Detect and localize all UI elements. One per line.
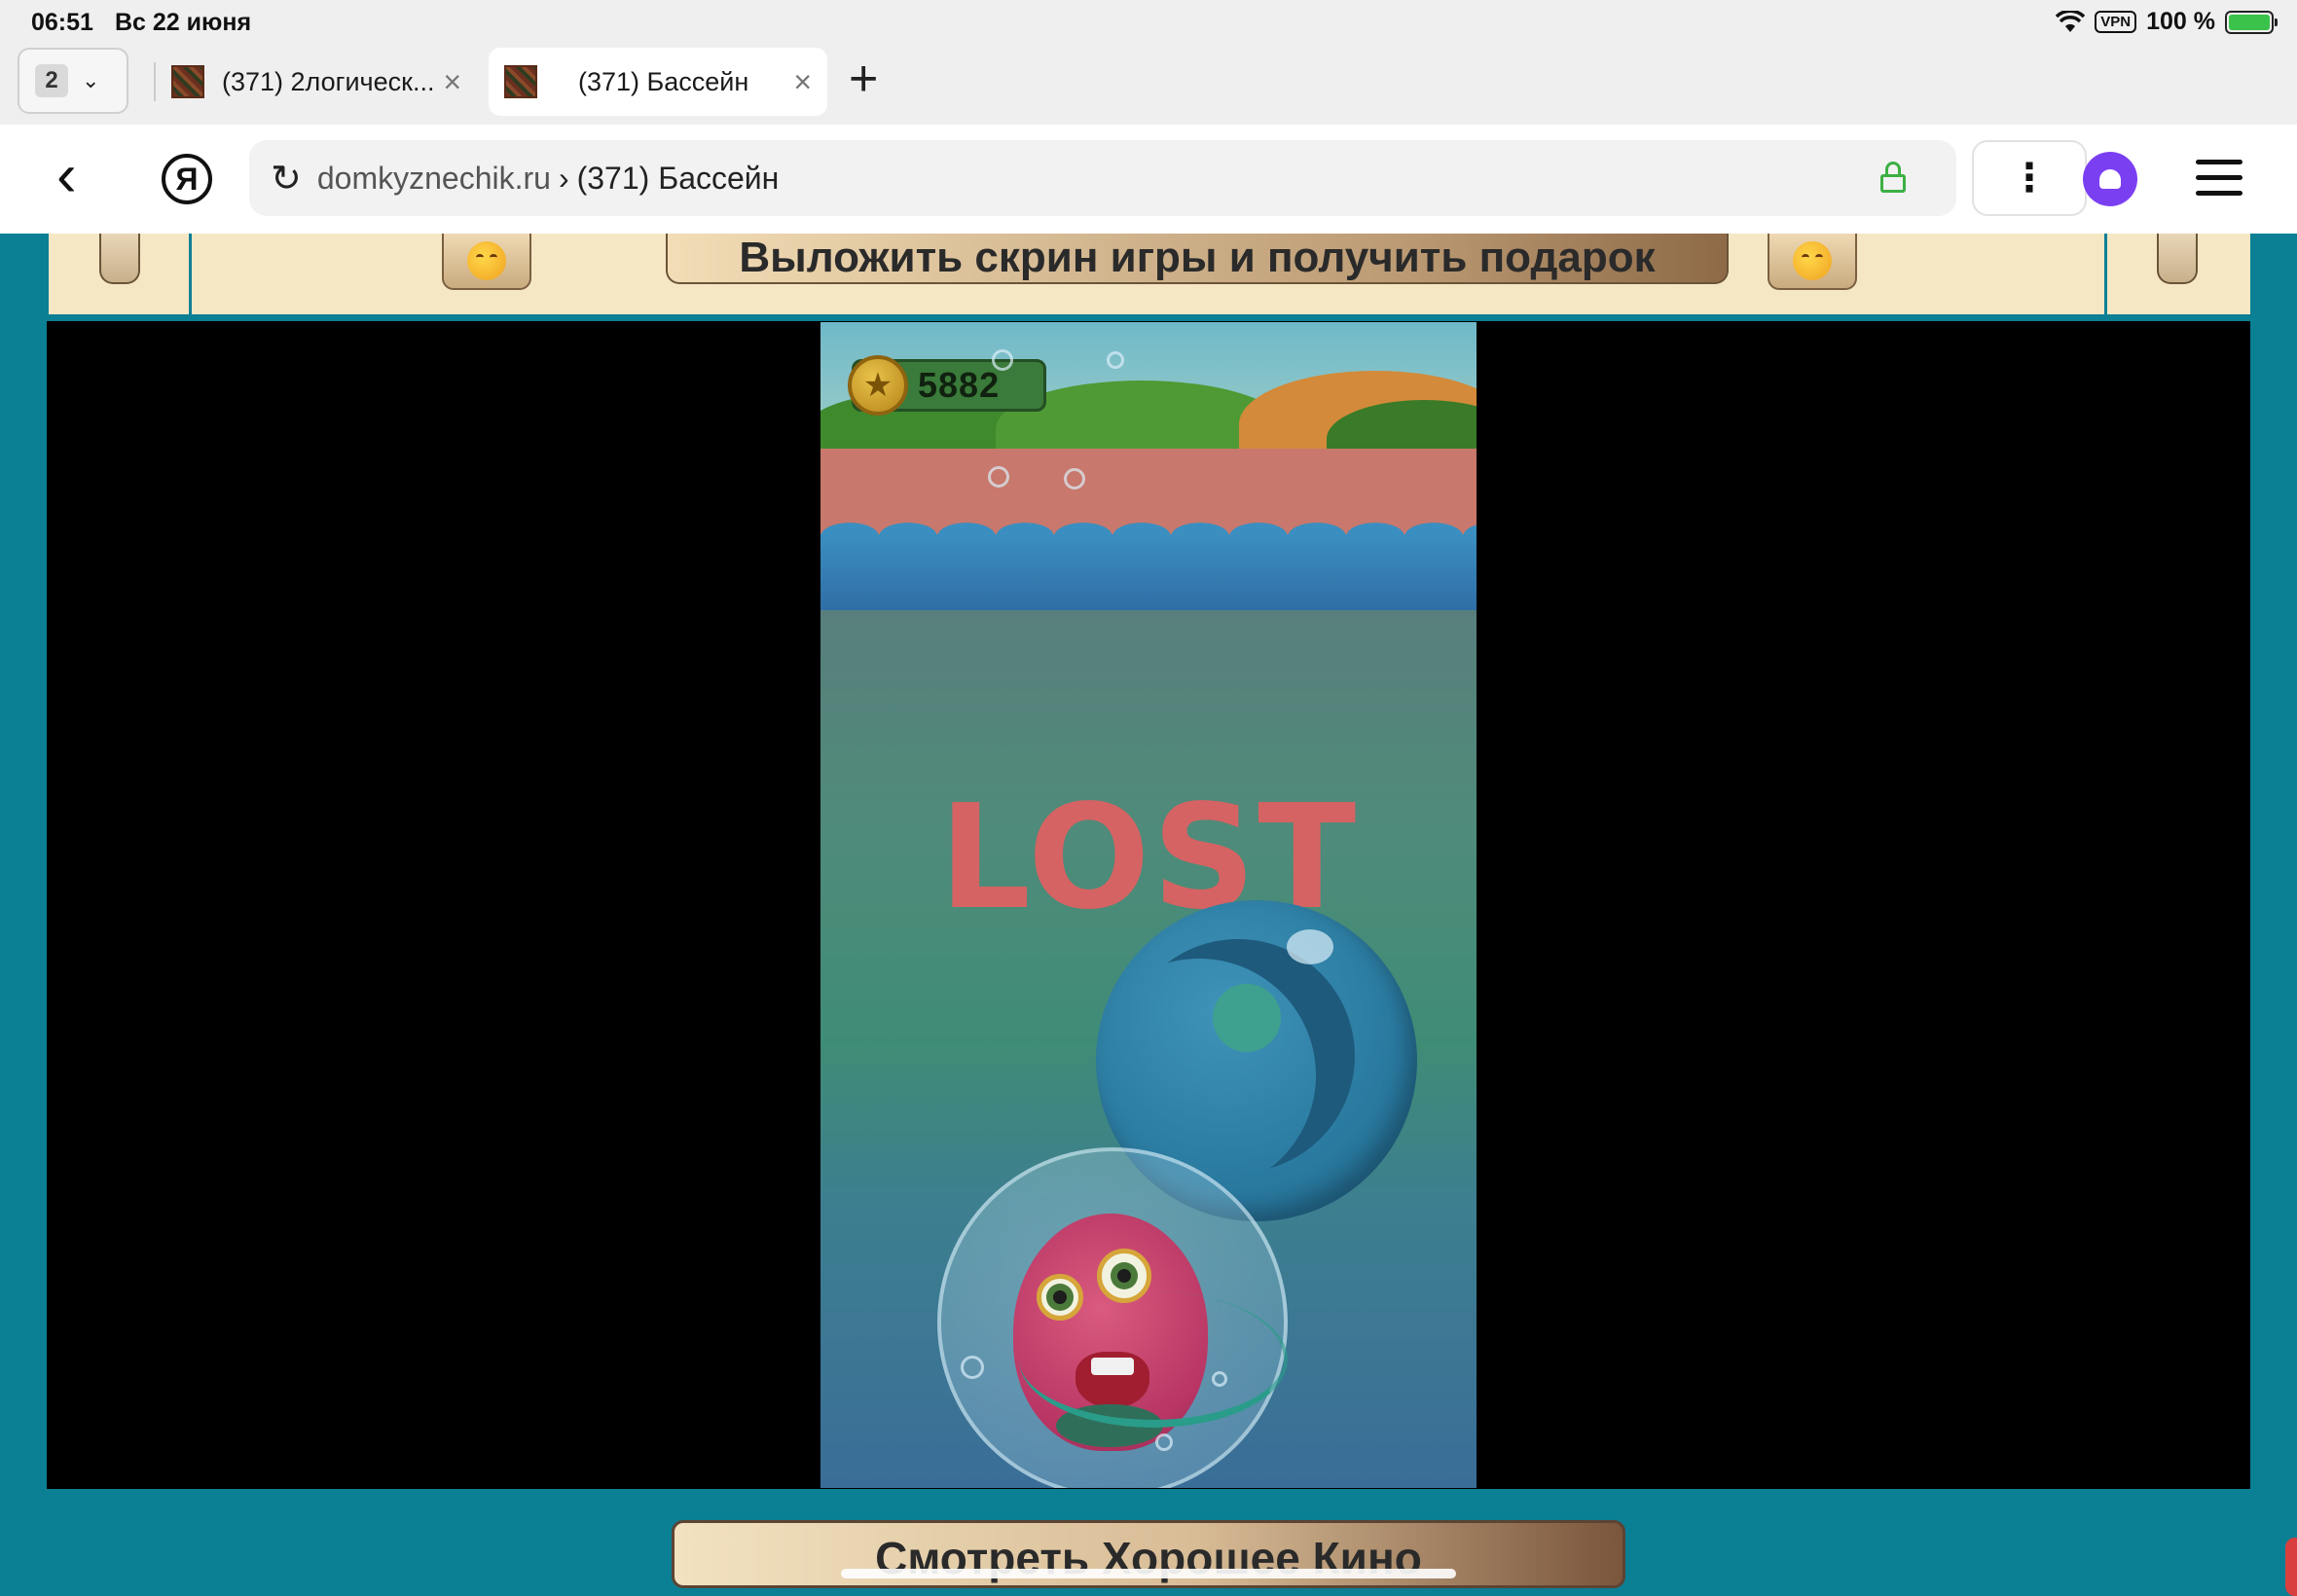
divider (189, 234, 192, 317)
url-page-title: (371) Бассейн (576, 160, 780, 196)
small-bubble (961, 1356, 984, 1379)
divider (2104, 234, 2107, 317)
tab-count: 2 (35, 64, 68, 97)
back-button[interactable]: ‹ (56, 146, 77, 206)
status-right: VPN 100 % (2056, 8, 2278, 36)
new-tab-button[interactable]: + (849, 50, 878, 108)
small-bubble (988, 466, 1009, 488)
hugging-face-icon (1793, 241, 1832, 280)
address-bar[interactable]: ↻ domkyznechik.ru › (371) Бассейн (249, 140, 1956, 216)
edge-widget[interactable] (2285, 1538, 2297, 1596)
game-over-text: LOST (938, 774, 1359, 941)
tab-label: (371) Бассейн (578, 66, 749, 96)
banner-peg-left (99, 234, 140, 284)
emoji-button-left[interactable] (442, 234, 531, 290)
tab-label: (371) 2логическ... (222, 66, 435, 96)
bubble-ring (1019, 1291, 1288, 1428)
small-bubble (1155, 1433, 1173, 1451)
lock-icon[interactable] (1880, 162, 1906, 193)
tab-logic-games[interactable]: (371) 2логическ... × (156, 48, 477, 116)
small-bubble (992, 349, 1013, 371)
chevron-down-icon: ⌄ (82, 68, 100, 92)
hamburger-menu-icon[interactable] (2196, 160, 2242, 206)
date: Вс 22 июня (115, 9, 252, 36)
clock: 06:51 (31, 9, 93, 36)
site-favicon-icon (504, 65, 537, 98)
banner-peg-right (2157, 234, 2198, 284)
battery-icon (2225, 10, 2278, 34)
water-surface (820, 534, 1477, 610)
small-bubble (1212, 1371, 1227, 1387)
tab-pool[interactable]: (371) Бассейн × (489, 48, 827, 116)
player-bubble (937, 1147, 1288, 1488)
tab-switcher-button[interactable]: 2 ⌄ (18, 48, 128, 114)
game-canvas[interactable]: ★ 5882 LOST (820, 322, 1477, 1488)
top-banner: Выложить скрин игры и получить подарок (49, 234, 2250, 317)
yandex-logo-icon[interactable]: Я (162, 154, 212, 204)
close-icon[interactable]: × (443, 64, 461, 100)
emoji-button-right[interactable] (1768, 234, 1857, 290)
coin-count: 5882 (918, 365, 1001, 405)
more-menu-button[interactable]: ⋮ (1972, 140, 2087, 216)
hugging-face-icon (467, 241, 506, 280)
small-bubble (1107, 351, 1124, 369)
bubble-crescent (1121, 939, 1355, 1173)
alice-assistant-icon[interactable] (2083, 152, 2137, 206)
vpn-badge: VPN (2095, 11, 2137, 33)
battery-percent: 100 % (2146, 8, 2215, 35)
status-bar: 06:51 Вс 22 июня VPN 100 % (0, 0, 2297, 45)
tab-strip: 2 ⌄ (371) 2логическ... × (371) Бассейн ×… (0, 45, 2297, 125)
wifi-icon (2056, 10, 2086, 32)
browser-toolbar: ‹ Я ↻ domkyznechik.ru › (371) Бассейн ⋮ (0, 125, 2297, 234)
url-separator: › (558, 160, 569, 196)
url-host: domkyznechik.ru (316, 160, 551, 196)
bubble-shine (1287, 929, 1333, 964)
home-indicator[interactable] (841, 1569, 1456, 1578)
site-favicon-icon (171, 65, 204, 98)
star-coin-icon: ★ (848, 355, 908, 416)
small-bubble (1064, 468, 1085, 490)
bubble-hole (1213, 984, 1281, 1052)
share-screenshot-button[interactable]: Выложить скрин игры и получить подарок (666, 234, 1729, 284)
close-icon[interactable]: × (793, 64, 812, 100)
reload-icon[interactable]: ↻ (271, 157, 302, 200)
